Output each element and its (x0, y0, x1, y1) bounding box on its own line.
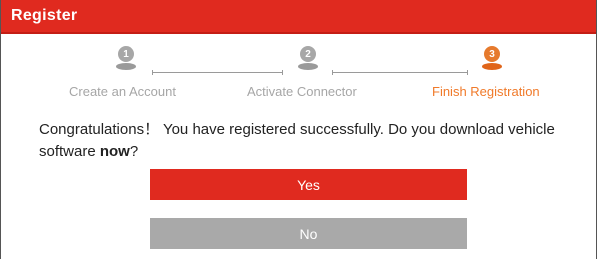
no-button[interactable]: No (150, 218, 467, 249)
map-pin-icon: 2 (300, 46, 316, 62)
step-1-marker: 1 (116, 46, 136, 74)
pin-base (116, 63, 136, 70)
step-2-marker: 2 (298, 46, 318, 74)
map-pin-icon: 3 (484, 46, 500, 62)
title-bar-border (1, 32, 596, 34)
registration-steps: 1 2 3 Create an Account Activate Connect… (1, 46, 596, 106)
map-pin-icon: 1 (118, 46, 134, 62)
message-emphasis: now (99, 143, 130, 160)
yes-button[interactable]: Yes (150, 169, 467, 200)
step-1-label: Create an Account (69, 84, 176, 99)
step-3-label: Finish Registration (432, 84, 540, 99)
title-bar: Register (1, 0, 596, 32)
pin-base (482, 63, 502, 70)
message-end: ? (129, 143, 139, 160)
success-message: Congratulations！ You have registered suc… (39, 119, 559, 163)
step-connector-2 (332, 70, 468, 75)
dialog-title: Register (11, 7, 78, 24)
step-2-label: Activate Connector (247, 84, 357, 99)
step-connector-1 (152, 70, 283, 75)
pin-base (298, 63, 318, 70)
register-dialog: Register 1 2 3 Create an Account Activat… (0, 0, 597, 259)
step-3-marker: 3 (482, 46, 502, 74)
